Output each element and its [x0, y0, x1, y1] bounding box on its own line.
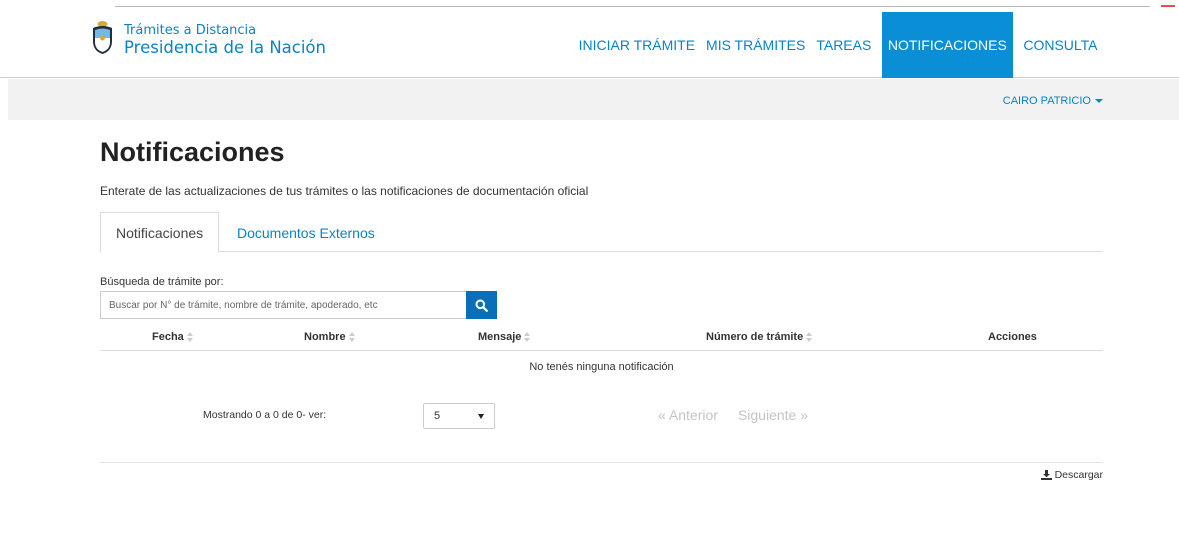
sort-icon [186, 332, 194, 342]
site-header: Trámites a Distancia Presidencia de la N… [0, 12, 1179, 78]
tab-notificaciones[interactable]: Notificaciones [100, 212, 220, 253]
search-button[interactable] [466, 291, 497, 319]
column-header-acciones: Acciones [988, 331, 1037, 343]
chevron-down-icon [478, 413, 484, 419]
prev-page-button[interactable]: « Anterior [658, 407, 718, 423]
nav-consulta[interactable]: CONSULTA [1018, 12, 1103, 78]
nav-mis-tramites[interactable]: MIS TRÁMITES [701, 12, 811, 78]
user-bar: CAIRO PATRICIO [8, 79, 1179, 120]
page-title: Notificaciones [100, 137, 285, 167]
nav-notificaciones[interactable]: NOTIFICACIONES [881, 12, 1013, 78]
nav-iniciar-tramite[interactable]: INICIAR TRÁMITE [573, 12, 700, 78]
showing-count: Mostrando 0 a 0 de 0- ver: [203, 409, 327, 421]
page-description: Enterate de las actualizaciones de tus t… [100, 184, 589, 198]
top-accent-mark [1161, 5, 1175, 7]
user-name: CAIRO PATRICIO [1002, 95, 1091, 107]
coat-of-arms-icon [93, 21, 112, 54]
logo[interactable]: Trámites a Distancia Presidencia de la N… [90, 21, 326, 57]
brand-line-1: Trámites a Distancia [124, 23, 257, 38]
pagination: « Anterior Siguiente » [658, 407, 808, 423]
main-nav: INICIAR TRÁMITE MIS TRÁMITES TAREAS NOTI… [573, 12, 1103, 78]
tab-bar: Notificaciones Documentos Externos [100, 212, 1103, 253]
next-page-button[interactable]: Siguiente » [738, 407, 808, 423]
user-menu[interactable]: CAIRO PATRICIO [1003, 95, 1103, 107]
search-label: Búsqueda de trámite por: [100, 276, 224, 288]
caret-down-icon [1095, 99, 1103, 103]
brand-line-2: Presidencia de la Nación [124, 38, 326, 57]
download-button[interactable]: Descargar [1040, 469, 1103, 481]
download-label: Descargar [1054, 469, 1103, 481]
top-border-line [115, 6, 1150, 7]
column-header-numero-tramite[interactable]: Número de trámite [706, 323, 813, 351]
empty-message: No tenés ninguna notificación [529, 361, 674, 373]
tab-documentos-externos[interactable]: Documentos Externos [222, 212, 390, 253]
column-header-nombre[interactable]: Nombre [304, 323, 356, 351]
page-size-value: 5 [434, 410, 441, 422]
nav-tareas[interactable]: TAREAS [811, 12, 877, 78]
notifications-table: Fecha Nombre Mensaje Número de trámite A… [100, 323, 1103, 373]
sort-icon [806, 332, 813, 342]
search-icon [475, 299, 488, 312]
search-input[interactable] [100, 291, 467, 319]
page-size-select[interactable]: 5 [423, 403, 495, 429]
download-icon [1040, 470, 1052, 480]
divider [100, 462, 1103, 463]
table-header: Fecha Nombre Mensaje Número de trámite A… [100, 323, 1103, 351]
sort-icon [348, 332, 356, 342]
sort-icon [524, 332, 531, 342]
column-header-fecha[interactable]: Fecha [152, 323, 194, 351]
column-header-mensaje[interactable]: Mensaje [478, 323, 531, 351]
